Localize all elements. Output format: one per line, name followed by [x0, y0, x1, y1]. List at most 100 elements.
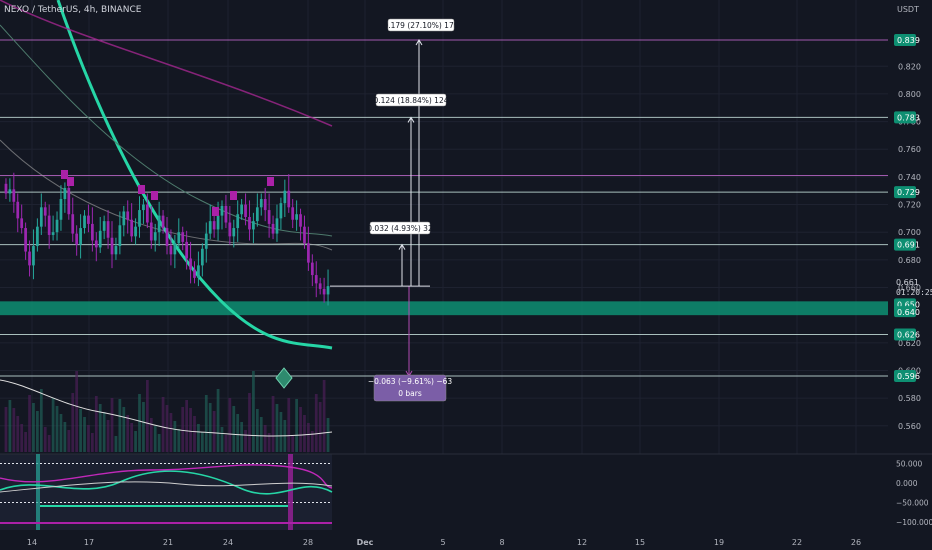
candle-body — [271, 223, 275, 234]
candle-body — [12, 189, 16, 202]
candle-body — [236, 214, 240, 229]
volume-bar — [12, 408, 16, 452]
candle-body — [47, 215, 51, 235]
date-tick-label: 5 — [440, 538, 445, 547]
volume-bar — [32, 403, 35, 452]
level-badge-label: 0.596 — [897, 372, 920, 381]
signal-marker — [61, 170, 68, 179]
volume-bar — [20, 424, 24, 452]
volume-bar — [252, 371, 255, 452]
candle-body — [181, 232, 185, 242]
candle-body — [51, 232, 55, 235]
candle-body — [259, 199, 263, 208]
candle-body — [55, 219, 59, 233]
date-tick-label: 22 — [792, 538, 802, 547]
candle-body — [138, 210, 141, 227]
date-tick-label: 12 — [577, 538, 587, 547]
volume-bar — [291, 436, 295, 452]
candle-body — [134, 226, 137, 237]
volume-bar — [299, 407, 302, 452]
candle-body — [263, 199, 267, 211]
volume-bar — [216, 389, 220, 452]
volume-bar — [177, 429, 181, 452]
volume-bar — [75, 371, 79, 452]
volume-bar — [94, 396, 98, 452]
price-tick-label: 0.820 — [898, 62, 921, 71]
candle-body — [193, 269, 196, 278]
candle-body — [279, 203, 283, 219]
candle-body — [36, 226, 39, 247]
volume-bar — [63, 422, 67, 452]
level-badge-label: 0.691 — [897, 241, 920, 250]
candle-body — [303, 226, 306, 244]
candle-body — [216, 215, 220, 230]
last-price-label: 0.661 — [896, 278, 919, 287]
candle-body — [248, 216, 251, 230]
candle-body — [91, 223, 94, 241]
candle-body — [8, 189, 12, 194]
candle-body — [142, 204, 145, 211]
level-badge-label: 0.729 — [897, 188, 920, 197]
volume-bar — [303, 415, 306, 452]
volume-bar — [79, 409, 82, 452]
volume-bar — [193, 416, 196, 452]
volume-bar — [259, 417, 263, 452]
price-tick-label: 0.800 — [898, 90, 921, 99]
volume-bar — [322, 380, 326, 452]
candle-body — [228, 222, 232, 237]
countdown-label: 01:20:25 — [896, 288, 932, 297]
date-tick-label: 28 — [303, 538, 313, 547]
candle-body — [232, 228, 236, 237]
level-badge-label: 0.783 — [897, 113, 920, 122]
volume-bar — [138, 394, 141, 452]
measure-sub-label: 0 bars — [398, 389, 422, 398]
candle-body — [255, 207, 259, 222]
candle-body — [322, 288, 326, 295]
volume-bar — [157, 434, 161, 452]
osc-tick-label: −100.000 — [896, 518, 932, 527]
osc-highlight — [288, 454, 293, 530]
oscillator-pane: 50.000 0.000 −50.000 −100.000 — [0, 453, 932, 530]
candle-body — [75, 233, 79, 245]
volume-bar — [47, 435, 51, 452]
measure-label: 0.032 (4.93%) 32 — [367, 224, 433, 233]
volume-bar — [16, 416, 20, 452]
candle-body — [87, 215, 90, 224]
candle-body — [24, 228, 27, 252]
date-tick-label: 24 — [223, 538, 233, 547]
candle-body — [145, 204, 149, 223]
volume-bar — [59, 414, 63, 452]
candle-body — [299, 214, 302, 227]
volume-bar — [55, 406, 59, 452]
zone-badge-label: 0.640 — [897, 308, 920, 317]
volume-bar — [318, 402, 322, 452]
candle-body — [326, 286, 330, 295]
volume-bar — [307, 423, 310, 452]
volume-bar — [208, 403, 212, 452]
level-badge-label: 0.839 — [897, 36, 920, 45]
volume-bar — [118, 399, 122, 452]
volume-bar — [39, 389, 43, 452]
volume-bar — [43, 427, 47, 452]
candle-body — [157, 215, 161, 233]
volume-bar — [248, 393, 251, 452]
chart-canvas[interactable]: 0.179 (27.10%) 179 0.124 (18.84%) 124 0.03… — [0, 0, 932, 550]
signal-marker — [151, 191, 158, 200]
candle-body — [32, 246, 35, 266]
volume-bar — [189, 408, 192, 452]
osc-tick-label: 0.000 — [896, 479, 918, 488]
date-tick-label: 14 — [27, 538, 37, 547]
volume-bar — [87, 425, 90, 452]
volume-bar — [204, 395, 208, 452]
volume-bar — [236, 414, 240, 452]
candle-body — [67, 187, 71, 215]
measure-label: −0.063 (−9.61%) −63 — [368, 377, 453, 386]
candle-body — [169, 246, 173, 255]
candle-body — [165, 228, 169, 247]
volume-bar — [279, 412, 283, 452]
candle-body — [149, 222, 153, 241]
volume-bar — [106, 420, 110, 452]
volume-bar — [244, 430, 247, 452]
candle-body — [98, 230, 102, 248]
osc-highlight — [36, 454, 40, 530]
